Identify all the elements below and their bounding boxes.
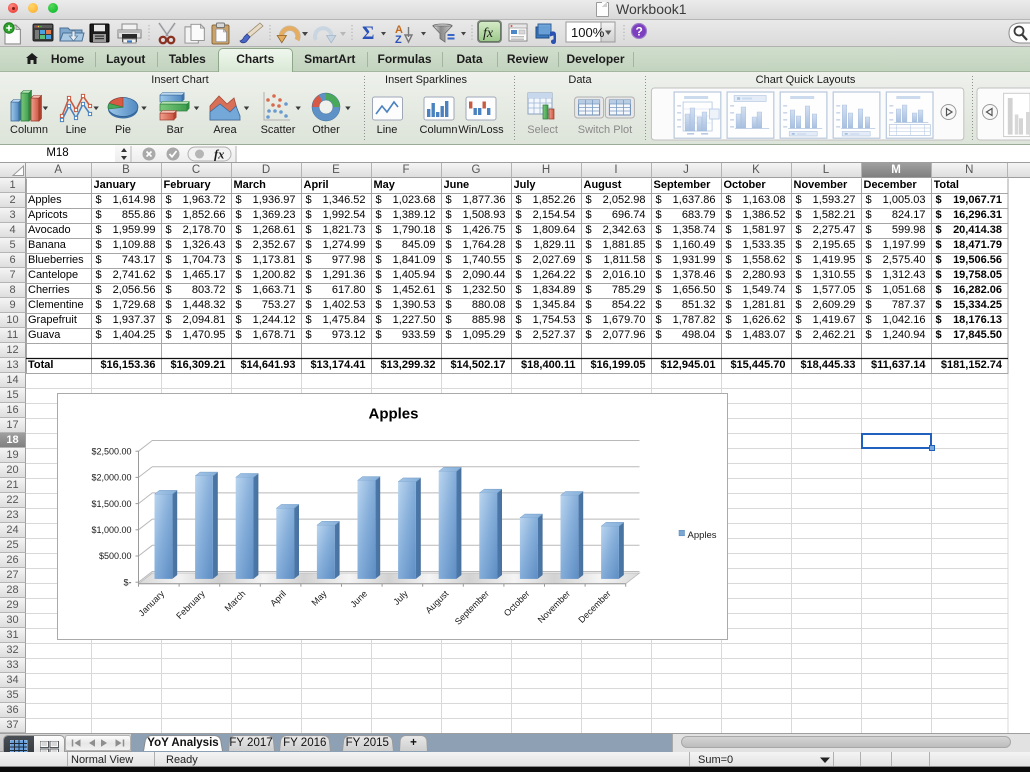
svg-text:$1,500.00: $1,500.00 <box>91 499 131 509</box>
svg-text:October: October <box>502 589 532 619</box>
svg-text:April: April <box>268 589 288 609</box>
svg-text:November: November <box>536 589 572 625</box>
svg-text:$1,000.00: $1,000.00 <box>91 525 131 535</box>
svg-text:$500.00: $500.00 <box>99 551 132 561</box>
svg-text:$-: $- <box>123 577 131 587</box>
svg-text:December: December <box>576 589 612 625</box>
svg-text:January: January <box>136 588 166 618</box>
svg-text:Apples: Apples <box>368 406 418 423</box>
svg-text:March: March <box>223 589 248 614</box>
svg-text:$2,500.00: $2,500.00 <box>91 446 131 456</box>
svg-text:July: July <box>391 588 410 607</box>
svg-text:September: September <box>453 589 491 627</box>
svg-text:May: May <box>310 588 329 607</box>
svg-text:$2,000.00: $2,000.00 <box>91 473 131 483</box>
svg-text:August: August <box>424 588 451 615</box>
svg-text:February: February <box>174 588 207 621</box>
svg-text:Apples: Apples <box>688 530 717 541</box>
svg-text:June: June <box>348 589 369 610</box>
